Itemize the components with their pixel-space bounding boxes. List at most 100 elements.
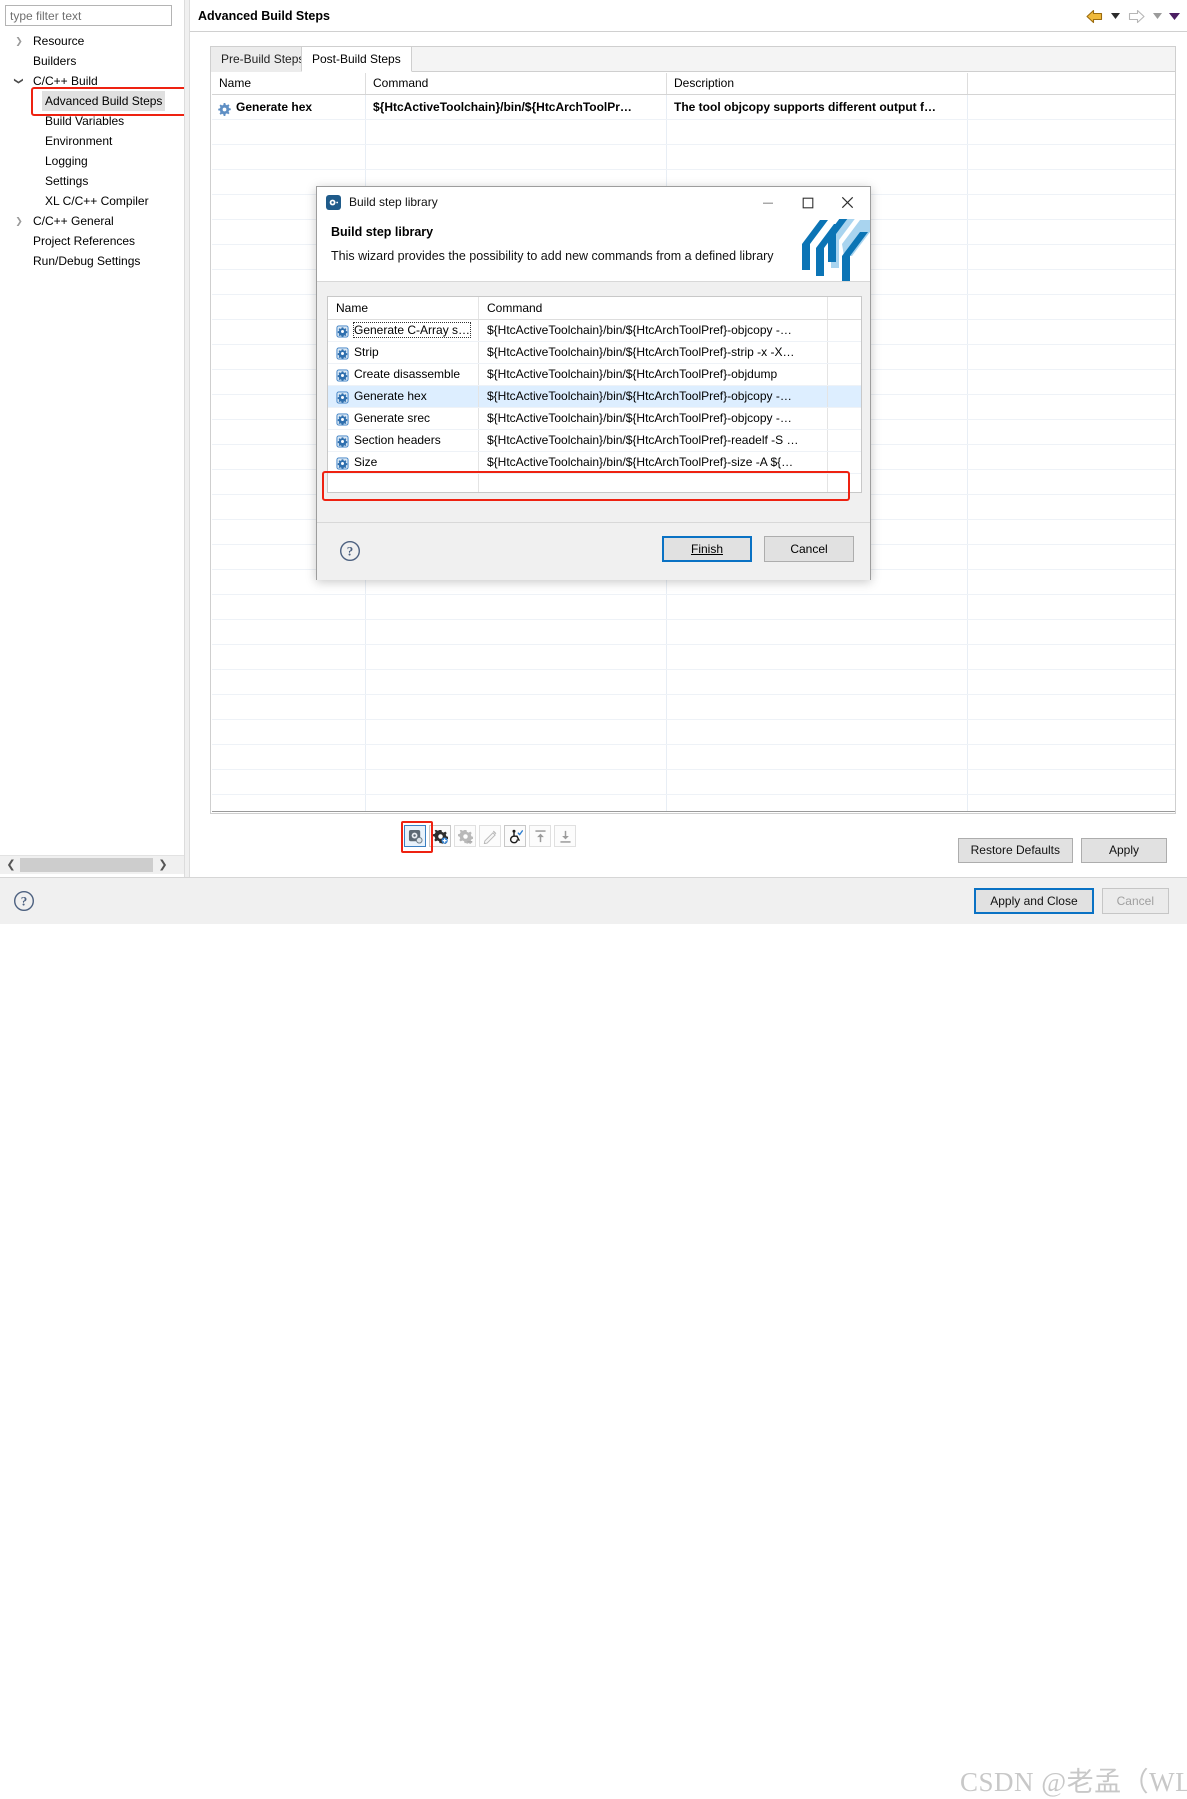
sidebar-item-logging[interactable]: Logging [0, 151, 184, 171]
close-icon[interactable] [831, 187, 864, 218]
column-header-command[interactable]: Command [479, 297, 827, 319]
column-grid-line [827, 320, 828, 341]
build-steps-toolbar [404, 824, 576, 848]
restore-defaults-button[interactable]: Restore Defaults [957, 838, 1073, 863]
chevron-down-icon[interactable]: ❯ [9, 74, 29, 88]
library-table-row[interactable]: Generate C-Array s… ${HtcActiveToolchain}… [328, 320, 861, 342]
chevron-right-icon[interactable]: ❯ [12, 211, 26, 231]
chevron-right-icon[interactable]: ❯ [12, 31, 26, 51]
column-header-command[interactable]: Command [366, 73, 666, 94]
table-cell [667, 695, 968, 719]
library-table-row[interactable]: Size ${HtcActiveToolchain}/bin/${HtcArchT… [328, 452, 861, 474]
table-cell [968, 270, 1175, 294]
tab-post-build-steps[interactable]: Post-Build Steps [301, 47, 412, 72]
table-row[interactable] [212, 795, 1175, 811]
table-row[interactable] [212, 645, 1175, 670]
help-question-icon[interactable]: ? [13, 890, 35, 915]
column-header-extra[interactable] [828, 297, 861, 319]
table-row[interactable]: Generate hex ${HtcActiveToolchain}/bin/${… [212, 95, 1175, 120]
column-grid-line [827, 408, 828, 429]
move-down-button[interactable] [554, 825, 576, 847]
help-question-icon[interactable]: ? [339, 540, 361, 565]
sidebar-item-resource[interactable]: ❯ Resource [0, 31, 184, 51]
back-history-chevron-down-icon[interactable] [1108, 6, 1122, 26]
table-row[interactable] [212, 695, 1175, 720]
toggle-enable-button[interactable] [504, 825, 526, 847]
table-row[interactable] [212, 770, 1175, 795]
maximize-icon[interactable] [791, 187, 824, 218]
library-table-row[interactable]: Generate srec ${HtcActiveToolchain}/bin/$… [328, 408, 861, 430]
column-header-name[interactable]: Name [212, 73, 365, 94]
scroll-right-icon[interactable]: ❯ [155, 856, 171, 874]
sidebar-item-environment[interactable]: Environment [0, 131, 184, 151]
column-header-description[interactable]: Description [667, 73, 967, 94]
forward-arrow-icon[interactable] [1125, 6, 1147, 26]
sidebar-item-c-c-general[interactable]: ❯ C/C++ General [0, 211, 184, 231]
sidebar-item-project-references[interactable]: Project References [0, 231, 184, 251]
table-row[interactable] [212, 670, 1175, 695]
add-step-button[interactable] [429, 825, 451, 847]
table-cell [968, 520, 1175, 544]
table-cell [968, 595, 1175, 619]
column-divider[interactable] [827, 297, 828, 319]
table-row[interactable] [212, 145, 1175, 170]
dialog-banner: Build step library This wizard provides … [317, 219, 870, 282]
minimize-icon[interactable] [751, 187, 784, 218]
finish-button[interactable]: Finish [662, 536, 752, 562]
table-header-row: Name Command Description [212, 73, 1175, 95]
column-grid-line [967, 520, 968, 544]
library-table-cell: ${HtcActiveToolchain}/bin/${HtcArchToolP… [487, 345, 795, 359]
library-table-cell: ${HtcActiveToolchain}/bin/${HtcArchToolP… [487, 411, 792, 425]
edit-step-button[interactable] [479, 825, 501, 847]
library-table-cell [828, 342, 861, 363]
view-menu-chevron-down-icon[interactable] [1167, 6, 1181, 26]
table-cell [366, 745, 667, 769]
column-header-name[interactable]: Name [328, 297, 478, 319]
table-row[interactable] [212, 720, 1175, 745]
library-table-row[interactable]: Create disassemble ${HtcActiveToolchain}/… [328, 364, 861, 386]
scrollbar-thumb[interactable] [20, 858, 153, 872]
library-steps-table[interactable]: Name Command Generate C-Array s… ${HtcAct… [327, 296, 862, 493]
sidebar-item-xl-c-c-compiler[interactable]: XL C/C++ Compiler [0, 191, 184, 211]
column-divider[interactable] [365, 73, 366, 94]
column-divider[interactable] [478, 297, 479, 319]
sidebar-horizontal-scrollbar[interactable]: ❮ ❯ [0, 855, 184, 874]
table-cell [366, 120, 667, 144]
library-table-row[interactable]: Strip ${HtcActiveToolchain}/bin/${HtcArch… [328, 342, 861, 364]
library-table-row[interactable]: Section headers ${HtcActiveToolchain}/bin… [328, 430, 861, 452]
column-divider[interactable] [967, 73, 968, 94]
library-table-cell [828, 386, 861, 407]
column-grid-line [365, 695, 366, 719]
column-header-extra[interactable] [968, 73, 1174, 94]
column-divider[interactable] [666, 73, 667, 94]
sidebar-item-settings[interactable]: Settings [0, 171, 184, 191]
remove-step-button[interactable] [454, 825, 476, 847]
apply-and-close-button[interactable]: Apply and Close [974, 888, 1094, 914]
sidebar-item-build-variables[interactable]: Build Variables [0, 111, 184, 131]
library-table-row[interactable]: Generate hex ${HtcActiveToolchain}/bin/${… [328, 386, 861, 408]
forward-history-chevron-down-icon[interactable] [1150, 6, 1164, 26]
tab-pre-build-steps[interactable]: Pre-Build Steps [211, 47, 316, 72]
filter-input[interactable] [5, 5, 172, 26]
table-row[interactable] [212, 120, 1175, 145]
library-row-name: Create disassemble [354, 367, 461, 381]
table-row[interactable] [212, 595, 1175, 620]
sidebar-item-advanced-build-steps[interactable]: Advanced Build Steps [0, 91, 184, 111]
table-cell [968, 770, 1175, 794]
table-row[interactable] [212, 620, 1175, 645]
dialog-cancel-button[interactable]: Cancel [764, 536, 854, 562]
step-icon [336, 390, 349, 404]
dialog-titlebar[interactable]: Build step library [317, 187, 870, 219]
table-row[interactable] [212, 745, 1175, 770]
back-arrow-icon[interactable] [1083, 6, 1105, 26]
apply-button[interactable]: Apply [1081, 838, 1167, 863]
move-up-button[interactable] [529, 825, 551, 847]
sidebar-item-c-c-build[interactable]: ❯ C/C++ Build [0, 71, 184, 91]
sidebar-item-run-debug-settings[interactable]: Run/Debug Settings [0, 251, 184, 271]
cancel-button[interactable]: Cancel [1101, 888, 1169, 914]
add-from-library-button[interactable] [404, 825, 426, 847]
sidebar-item-builders[interactable]: Builders [0, 51, 184, 71]
finish-button-label: Finish [690, 542, 723, 556]
scroll-left-icon[interactable]: ❮ [3, 856, 19, 874]
library-table-row[interactable] [328, 474, 861, 492]
